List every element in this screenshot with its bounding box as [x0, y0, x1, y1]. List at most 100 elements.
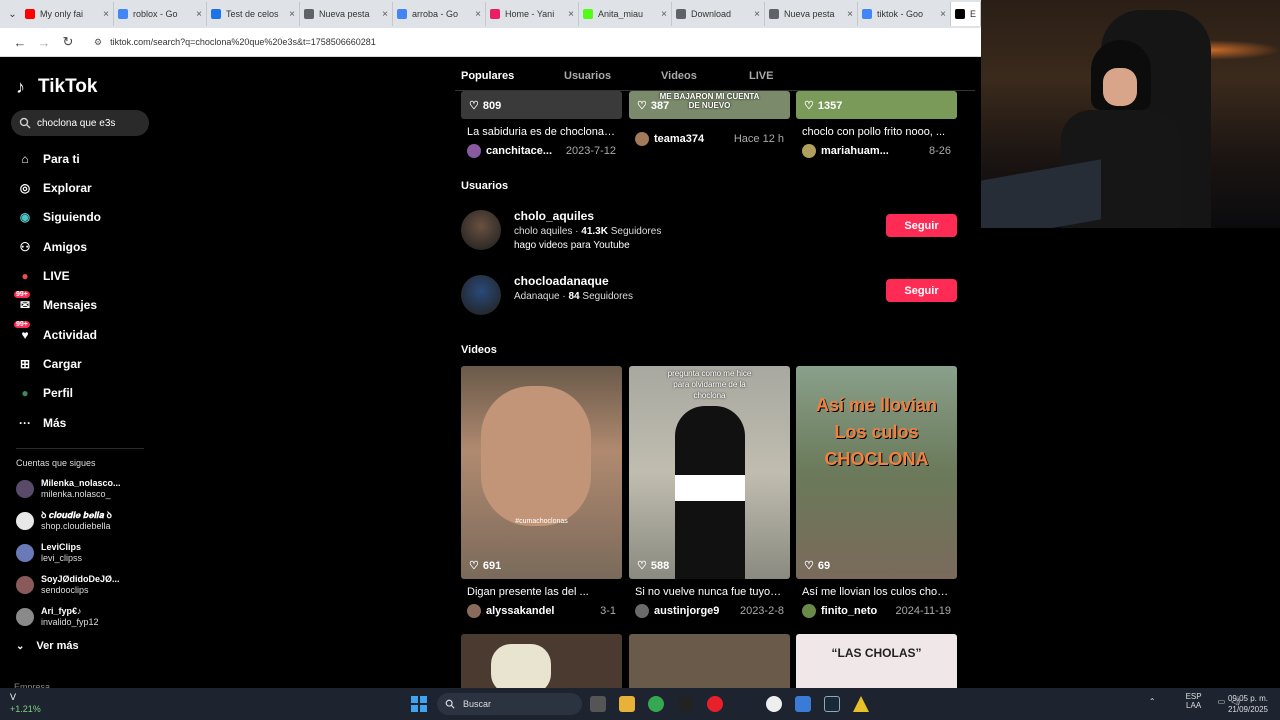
video-thumbnail[interactable]: “LAS CHOLAS”: [796, 634, 957, 688]
sidebar-item-perfil[interactable]: ● Perfil: [16, 382, 73, 404]
github-icon[interactable]: [766, 696, 782, 712]
browser-tab[interactable]: En: [951, 2, 981, 26]
taskbar-search[interactable]: Buscar: [437, 693, 582, 715]
language-indicator[interactable]: ESP LAA: [1186, 692, 1202, 710]
browser-tab[interactable]: Download ×: [672, 2, 765, 26]
user-name[interactable]: chocloadanaque: [514, 274, 609, 288]
video-thumbnail[interactable]: ME BAJARON MI CUENTA DE NUEVO ♡ 387: [629, 91, 790, 119]
opera-icon[interactable]: [707, 696, 723, 712]
tab-close-icon[interactable]: ×: [289, 9, 295, 20]
follow-button[interactable]: Seguir: [886, 214, 957, 237]
sidebar-item-explorar[interactable]: ◎ Explorar: [16, 177, 92, 199]
url-field[interactable]: ⚙ tiktok.com/search?q=choclona%20que%20e…: [94, 37, 376, 48]
video-author[interactable]: finito_neto: [821, 605, 896, 617]
video-card[interactable]: ♡ 1357 choclo con pollo frito nooo, ... mar…: [796, 91, 957, 158]
ver-mas-button[interactable]: ⌄ Ver más: [16, 640, 79, 652]
video-description[interactable]: Así me llovian los culos chocl...: [796, 586, 951, 598]
video-card[interactable]: pregunta como me hice para olvidarme de …: [629, 366, 790, 618]
sidebar-item-actividad[interactable]: ♥ 99+ Actividad: [14, 321, 97, 346]
obs-icon[interactable]: [678, 696, 694, 712]
followed-account[interactable]: ꝺ 𝒄𝒍𝒐𝒖𝒅𝒊𝒆 𝒃𝒆𝒍𝒍𝒂 ꝺ shop.cloudiebella: [16, 508, 112, 534]
tab-live[interactable]: LIVE: [749, 70, 773, 82]
tab-usuarios[interactable]: Usuarios: [564, 70, 611, 82]
video-thumbnail[interactable]: ♡ 809: [461, 91, 622, 119]
steam-icon[interactable]: [824, 696, 840, 712]
sidebar-item-para-ti[interactable]: ⌂ Para ti: [16, 148, 79, 170]
chrome-icon[interactable]: [648, 696, 664, 712]
tab-close-icon[interactable]: ×: [568, 9, 574, 20]
warning-icon[interactable]: [853, 696, 869, 712]
video-thumbnail[interactable]: Así me llovian Los culos CHOCLONA ♡ 69: [796, 366, 957, 579]
tab-close-icon[interactable]: ×: [847, 9, 853, 20]
video-author[interactable]: austinjorge9: [654, 605, 740, 617]
task-view-icon[interactable]: [590, 696, 606, 712]
video-card[interactable]: “LAS CHOLAS”: [796, 634, 957, 688]
video-thumbnail[interactable]: #cumachoclonas ♡ 691: [461, 366, 622, 579]
file-explorer-icon[interactable]: [619, 696, 635, 712]
user-result[interactable]: cholo_aquiles cholo aquiles · 41.3K Segui…: [461, 206, 957, 254]
sidebar-item-live[interactable]: ● LIVE: [16, 265, 69, 287]
browser-tab[interactable]: arroba - Go ×: [393, 2, 486, 26]
video-thumbnail[interactable]: pregunta como me hice para olvidarme de …: [629, 366, 790, 579]
video-card[interactable]: ME BAJARON MI CUENTA DE NUEVO ♡ 387 teama37…: [629, 91, 790, 146]
video-card[interactable]: [461, 634, 622, 688]
tab-search-icon[interactable]: ⌄: [4, 5, 21, 23]
video-description[interactable]: Digan presente las del ...: [461, 586, 616, 598]
video-card[interactable]: ♡ 809 La sabiduria es de choclonas... canch…: [461, 91, 622, 158]
search-input[interactable]: choclona que e3s: [11, 110, 149, 136]
followed-account[interactable]: Ari_fyp€♪ invalido_fyp12: [16, 604, 99, 630]
video-thumbnail[interactable]: ♡ 1357: [796, 91, 957, 119]
avatar[interactable]: [461, 275, 501, 315]
avatar[interactable]: [635, 604, 649, 618]
browser-tab[interactable]: roblox - Go ×: [114, 2, 207, 26]
browser-tab[interactable]: tiktok - Goo ×: [858, 2, 951, 26]
tab-close-icon[interactable]: ×: [661, 9, 667, 20]
avatar[interactable]: [635, 132, 649, 146]
tray-chevron-icon[interactable]: ⌃: [1149, 697, 1156, 706]
video-thumbnail[interactable]: [629, 634, 790, 688]
tiktok-logo[interactable]: ♪ TikTok: [16, 76, 97, 98]
followed-account[interactable]: LeviClips levi_clipss: [16, 540, 82, 566]
tab-close-icon[interactable]: ×: [475, 9, 481, 20]
back-icon[interactable]: ←: [8, 30, 32, 54]
video-author[interactable]: alyssakandel: [486, 605, 600, 617]
follow-button[interactable]: Seguir: [886, 279, 957, 302]
weather-widget[interactable]: V +1.21%: [10, 691, 41, 715]
site-settings-icon[interactable]: ⚙: [94, 37, 102, 48]
tab-close-icon[interactable]: ×: [103, 9, 109, 20]
browser-tab[interactable]: Test de celos ×: [207, 2, 300, 26]
avatar[interactable]: [467, 604, 481, 618]
avatar[interactable]: [802, 604, 816, 618]
video-description[interactable]: choclo con pollo frito nooo, ...: [796, 126, 951, 138]
user-name[interactable]: cholo_aquiles: [514, 209, 594, 223]
browser-tab[interactable]: Nueva pesta ×: [765, 2, 858, 26]
sidebar-item-más[interactable]: ··· Más: [16, 412, 66, 434]
video-thumbnail[interactable]: [461, 634, 622, 688]
network-icon[interactable]: ▭: [1218, 697, 1226, 706]
video-author[interactable]: mariahuam...: [821, 145, 929, 157]
tab-close-icon[interactable]: ×: [196, 9, 202, 20]
browser-tab[interactable]: Home - Yani ×: [486, 2, 579, 26]
avatar[interactable]: [802, 144, 816, 158]
sidebar-item-amigos[interactable]: ⚇ Amigos: [16, 236, 87, 258]
avatar[interactable]: [467, 144, 481, 158]
browser-tab[interactable]: Nueva pesta ×: [300, 2, 393, 26]
video-author[interactable]: teama374: [654, 133, 734, 145]
reload-icon[interactable]: ↻: [56, 30, 80, 54]
clock[interactable]: 09:05 p. m. 21/09/2025: [1228, 693, 1268, 715]
video-card[interactable]: [629, 634, 790, 688]
tab-populares[interactable]: Populares: [461, 70, 514, 82]
windows-start-icon[interactable]: [411, 696, 427, 712]
sidebar-item-siguiendo[interactable]: ◉ Siguiendo: [16, 206, 101, 228]
avatar[interactable]: [461, 210, 501, 250]
sidebar-item-cargar[interactable]: ⊞ Cargar: [16, 353, 82, 375]
tab-close-icon[interactable]: ×: [940, 9, 946, 20]
tab-close-icon[interactable]: ×: [754, 9, 760, 20]
user-result[interactable]: chocloadanaque Adanaque · 84 Seguidores Se…: [461, 271, 957, 319]
app-icon[interactable]: [795, 696, 811, 712]
video-author[interactable]: canchitace...: [486, 145, 566, 157]
forward-icon[interactable]: →: [32, 30, 56, 54]
video-description[interactable]: La sabiduria es de choclonas...: [461, 126, 616, 138]
tab-close-icon[interactable]: ×: [382, 9, 388, 20]
browser-tab[interactable]: My only fai ×: [21, 2, 114, 26]
